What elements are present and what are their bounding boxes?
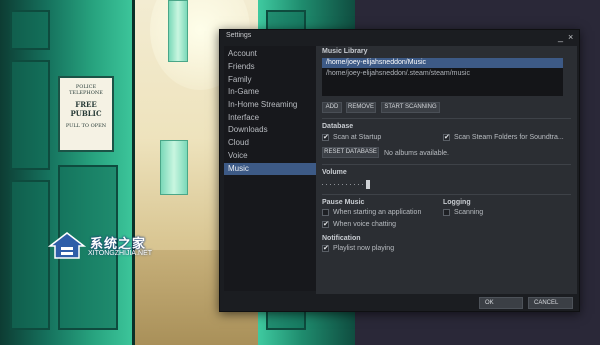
- sidebar-item-account[interactable]: Account: [224, 48, 316, 60]
- window-title: Settings: [226, 32, 252, 39]
- playlist-now-playing-checkbox[interactable]: ✔ Playlist now playing: [322, 244, 394, 254]
- start-scanning-button[interactable]: START SCANNING: [381, 102, 440, 113]
- checkbox-label: Scan at Startup: [333, 134, 382, 141]
- sign-line-4: PULL TO OPEN: [65, 123, 107, 129]
- slider-thumb[interactable]: [366, 180, 370, 189]
- settings-sidebar: Account Friends Family In-Game In-Home S…: [224, 46, 316, 291]
- house-logo-icon: [48, 232, 86, 259]
- sidebar-item-cloud[interactable]: Cloud: [224, 137, 316, 149]
- pause-music-heading: Pause Music: [322, 199, 365, 206]
- sidebar-item-family[interactable]: Family: [224, 74, 316, 86]
- pause-when-voice-chatting-checkbox[interactable]: ✔ When voice chatting: [322, 220, 396, 230]
- sidebar-item-friends[interactable]: Friends: [224, 61, 316, 73]
- police-box-door-left: POLICE TELEPHONE FREE PUBLIC PULL TO OPE…: [0, 0, 135, 345]
- logging-scanning-checkbox[interactable]: Scanning: [443, 208, 483, 218]
- sign-line-1: POLICE TELEPHONE: [69, 84, 103, 96]
- window-footer: OK CANCEL: [220, 294, 579, 311]
- sign-line-2: FREE: [75, 100, 97, 109]
- music-library-list[interactable]: /home/joey-elijahsneddon/Music /home/joe…: [322, 58, 563, 96]
- checkbox-box[interactable]: ✔: [322, 220, 329, 228]
- scan-steam-folders-checkbox[interactable]: ✔ Scan Steam Folders for Soundtra...: [443, 133, 564, 143]
- sidebar-item-in-home-streaming[interactable]: In-Home Streaming: [224, 99, 316, 111]
- notification-heading: Notification: [322, 235, 361, 242]
- sidebar-item-in-game[interactable]: In-Game: [224, 86, 316, 98]
- remove-button[interactable]: REMOVE: [346, 102, 376, 113]
- police-box-sign: POLICE TELEPHONE FREE PUBLIC PULL TO OPE…: [58, 76, 114, 152]
- sidebar-item-interface[interactable]: Interface: [224, 112, 316, 124]
- logging-heading: Logging: [443, 199, 471, 206]
- slider-track[interactable]: [322, 184, 366, 185]
- checkbox-label: Scanning: [454, 209, 484, 216]
- settings-window: Settings _ × Account Friends Family In-G…: [219, 29, 580, 312]
- list-item[interactable]: /home/joey-elijahsneddon/Music: [322, 58, 563, 68]
- ok-button[interactable]: OK: [479, 297, 523, 309]
- divider: [322, 194, 571, 195]
- light-pillar-top: [168, 0, 188, 62]
- scan-at-startup-checkbox[interactable]: ✔ Scan at Startup: [322, 133, 381, 143]
- door-panel: [10, 10, 50, 50]
- checkbox-box[interactable]: ✔: [443, 133, 450, 141]
- window-titlebar[interactable]: Settings _ ×: [220, 30, 579, 44]
- database-status: No albums available.: [384, 150, 449, 157]
- music-library-heading: Music Library: [322, 48, 368, 55]
- add-button[interactable]: ADD: [322, 102, 342, 113]
- cancel-button[interactable]: CANCEL: [528, 297, 573, 309]
- database-heading: Database: [322, 123, 354, 130]
- door-panel: [10, 180, 50, 330]
- door-panel: [10, 60, 50, 170]
- reset-database-button[interactable]: RESET DATABASE: [322, 147, 379, 158]
- checkbox-box[interactable]: [443, 208, 450, 216]
- divider: [322, 118, 571, 119]
- sidebar-item-downloads[interactable]: Downloads: [224, 124, 316, 136]
- settings-content: Music Library /home/joey-elijahsneddon/M…: [316, 46, 577, 294]
- close-icon[interactable]: ×: [568, 30, 573, 44]
- checkbox-box[interactable]: ✔: [322, 244, 329, 252]
- checkbox-box[interactable]: ✔: [322, 133, 329, 141]
- volume-slider[interactable]: [322, 180, 370, 189]
- minimize-icon[interactable]: _: [558, 30, 563, 44]
- pause-when-starting-app-checkbox[interactable]: When starting an application: [322, 208, 421, 218]
- checkbox-label: When starting an application: [333, 209, 422, 216]
- checkbox-box[interactable]: [322, 208, 329, 216]
- checkbox-label: Scan Steam Folders for Soundtra...: [454, 134, 564, 141]
- sidebar-item-music[interactable]: Music: [224, 163, 316, 175]
- light-pillar-bottom: [160, 140, 188, 195]
- volume-heading: Volume: [322, 169, 347, 176]
- list-item[interactable]: /home/joey-elijahsneddon/.steam/steam/mu…: [322, 69, 563, 79]
- divider: [322, 164, 571, 165]
- watermark-logo: 系统之家 XITONGZHIJIA.NET: [48, 230, 168, 264]
- checkbox-label: When voice chatting: [333, 221, 397, 228]
- watermark-subtitle: XITONGZHIJIA.NET: [88, 250, 153, 257]
- sign-line-3: PUBLIC: [70, 109, 102, 118]
- checkbox-label: Playlist now playing: [333, 245, 395, 252]
- sidebar-item-voice[interactable]: Voice: [224, 150, 316, 162]
